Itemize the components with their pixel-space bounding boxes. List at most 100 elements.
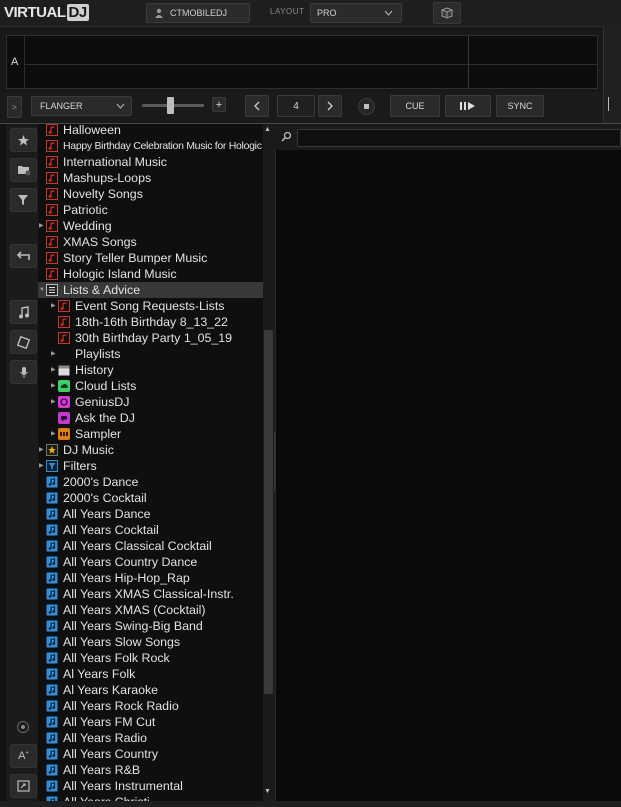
effect-slider-handle[interactable] <box>167 97 174 114</box>
tree-item[interactable]: All Years FM Cut <box>38 714 263 730</box>
blue-folder-icon <box>46 668 58 680</box>
tree-item[interactable]: All Years Country Dance <box>38 554 263 570</box>
music-icon-button[interactable] <box>10 300 37 324</box>
tree-item[interactable]: ▼ Lists & Advice <box>38 282 263 298</box>
tree-item[interactable]: 2000's Dance <box>38 474 263 490</box>
scrollbar-thumb[interactable] <box>264 330 273 694</box>
expand-arrow-icon[interactable]: ▶ <box>51 378 56 394</box>
stop-button[interactable] <box>358 98 375 115</box>
tree-item[interactable]: ▶ Cloud Lists <box>38 378 263 394</box>
tree-item-label: All Years XMAS (Cocktail) <box>63 603 206 617</box>
tree-item[interactable]: Ask the DJ <box>38 410 263 426</box>
filter-icon-button[interactable] <box>10 188 37 212</box>
tree-item[interactable]: All Years Classical Cocktail <box>38 538 263 554</box>
sync-button[interactable]: SYNC <box>496 95 544 117</box>
tree-item[interactable]: Novelty Songs <box>38 186 263 202</box>
effect-select[interactable]: FLANGER <box>31 96 132 116</box>
add-folder-icon-button[interactable] <box>10 158 37 182</box>
scroll-up-icon[interactable]: ▲ <box>264 126 271 133</box>
expand-arrow-icon[interactable]: ▶ <box>39 218 44 234</box>
tree-item[interactable]: 2000's Cocktail <box>38 490 263 506</box>
tree-item-label: 2000's Cocktail <box>63 491 147 505</box>
tree-item[interactable]: All Years Slow Songs <box>38 634 263 650</box>
scroll-down-icon[interactable]: ▼ <box>264 788 271 795</box>
tree-item[interactable]: Patriotic <box>38 202 263 218</box>
blue-folder-icon <box>46 620 58 632</box>
tree-item[interactable]: International Music <box>38 154 263 170</box>
dot-icon[interactable] <box>17 721 29 733</box>
loop-increase-button[interactable] <box>318 95 342 117</box>
tree-item[interactable]: All Years Folk Rock <box>38 650 263 666</box>
tree-item[interactable]: All Years Rock Radio <box>38 698 263 714</box>
video-icon-button[interactable] <box>10 330 37 354</box>
filter-folder-icon <box>46 460 58 472</box>
waveform-display[interactable] <box>6 35 598 89</box>
tree-item[interactable]: All Years Radio <box>38 730 263 746</box>
tree-item[interactable]: All Years Country <box>38 746 263 762</box>
stop-icon <box>364 104 369 109</box>
tree-item-label: Event Song Requests-Lists <box>75 299 225 313</box>
package-button[interactable] <box>433 2 461 24</box>
microphone-icon-button[interactable] <box>10 360 37 384</box>
tree-item[interactable]: All Years Cocktail <box>38 522 263 538</box>
tree-item[interactable]: 18th-16th Birthday 8_13_22 <box>38 314 263 330</box>
tree-item[interactable]: Al Years Karaoke <box>38 682 263 698</box>
window-icon-button[interactable] <box>10 774 37 798</box>
red-folder-icon <box>46 252 58 264</box>
tree-item[interactable]: Story Teller Bumper Music <box>38 250 263 266</box>
collapse-arrow-icon[interactable]: ▼ <box>39 282 45 298</box>
tree-item[interactable]: ▶ DJ Music <box>38 442 263 458</box>
expand-arrow-icon[interactable]: ▶ <box>51 298 56 314</box>
tree-item[interactable]: ▶ Filters <box>38 458 263 474</box>
expand-arrow-icon[interactable]: ▶ <box>51 394 56 410</box>
search-input[interactable] <box>297 129 621 147</box>
tree-item[interactable]: ▶ Wedding <box>38 218 263 234</box>
layout-select[interactable]: PRO <box>310 3 402 23</box>
tree-item[interactable]: ▶ Playlists <box>38 346 263 362</box>
expand-arrow-icon[interactable]: ▶ <box>51 362 56 378</box>
tree-item[interactable]: Halloween <box>38 124 263 138</box>
cue-button[interactable]: CUE <box>390 95 440 117</box>
tree-item[interactable]: 30th Birthday Party 1_05_19 <box>38 330 263 346</box>
browser-sidebar: A+ <box>6 124 38 807</box>
tree-item[interactable]: All Years Dance <box>38 506 263 522</box>
file-list[interactable] <box>275 150 621 801</box>
expand-arrow-icon[interactable]: ▶ <box>39 458 44 474</box>
favorites-icon-button[interactable] <box>10 128 37 152</box>
history-folder-icon <box>58 364 70 376</box>
text-size-icon: A+ <box>18 750 29 762</box>
red-folder-icon <box>46 236 58 248</box>
tree-item[interactable]: ▶ Sampler <box>38 426 263 442</box>
tree-item-label: All Years R&B <box>63 763 141 777</box>
tree-item[interactable]: Mashups-Loops <box>38 170 263 186</box>
plus-icon: + <box>215 98 223 111</box>
tree-item[interactable]: All Years Swing-Big Band <box>38 618 263 634</box>
tree-item[interactable]: ▶ History <box>38 362 263 378</box>
red-folder-icon <box>46 156 58 168</box>
tree-item[interactable]: ▶ Event Song Requests-Lists <box>38 298 263 314</box>
loop-decrease-button[interactable] <box>245 95 269 117</box>
tree-item[interactable]: Al Years Folk <box>38 666 263 682</box>
waveform-centerline <box>24 64 598 65</box>
effect-add-button[interactable]: + <box>212 97 226 112</box>
tree-item[interactable]: Happy Birthday Celebration Music for Hol… <box>38 138 263 154</box>
tree-item[interactable]: Hologic Island Music <box>38 266 263 282</box>
expand-arrow-icon[interactable]: ▶ <box>39 442 44 458</box>
tree-item[interactable]: All Years XMAS (Cocktail) <box>38 602 263 618</box>
tree-item[interactable]: All Years Instrumental <box>38 778 263 794</box>
search-icon[interactable] <box>281 131 292 142</box>
tree-item[interactable]: All Years R&B <box>38 762 263 778</box>
tree-item[interactable]: All Years Hip-Hop_Rap <box>38 570 263 586</box>
expand-panel-button[interactable]: > <box>7 96 22 118</box>
user-account-button[interactable]: CTMOBILEDJ <box>146 3 250 23</box>
expand-arrow-icon[interactable]: ▶ <box>51 426 56 442</box>
tree-item[interactable]: All Years XMAS Classical-Instr. <box>38 586 263 602</box>
back-icon-button[interactable] <box>10 244 37 268</box>
tree-item-label: GeniusDJ <box>75 395 130 409</box>
tree-item[interactable]: ▶ GeniusDJ <box>38 394 263 410</box>
play-pause-button[interactable] <box>445 95 491 117</box>
font-size-icon-button[interactable]: A+ <box>10 744 37 768</box>
expand-arrow-icon[interactable]: ▶ <box>51 346 56 362</box>
folder-tree[interactable]: Halloween Happy Birthday Celebration Musi… <box>38 124 263 807</box>
tree-item[interactable]: XMAS Songs <box>38 234 263 250</box>
